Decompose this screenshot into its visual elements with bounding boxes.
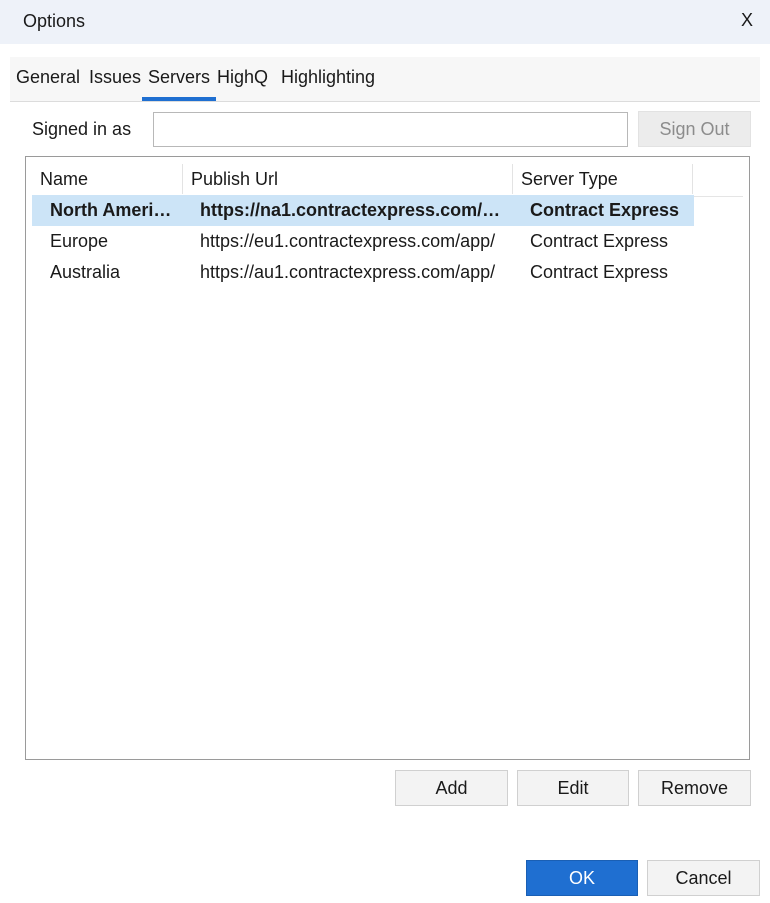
column-header-name[interactable]: Name xyxy=(32,164,183,194)
row-publish-url: https://au1.contractexpress.com/app/ xyxy=(200,262,496,282)
tab-general[interactable]: General xyxy=(16,67,80,88)
ok-button[interactable]: OK xyxy=(526,860,638,896)
tab-strip: General Issues Servers HighQ Highlightin… xyxy=(10,57,760,102)
row-publish-url: https://eu1.contractexpress.com/app/ xyxy=(200,231,496,251)
cancel-button[interactable]: Cancel xyxy=(647,860,760,896)
tab-highq[interactable]: HighQ xyxy=(217,67,268,88)
tab-issues[interactable]: Issues xyxy=(89,67,141,88)
add-button[interactable]: Add xyxy=(395,770,508,806)
signed-in-field[interactable] xyxy=(153,112,628,147)
row-server-type: Contract Express xyxy=(530,200,680,220)
column-header-publish-url[interactable]: Publish Url xyxy=(183,164,513,194)
title-bar: Options X xyxy=(0,0,770,44)
server-list[interactable]: Name Publish Url Server Type North Ameri… xyxy=(25,156,750,760)
table-row[interactable]: Australia https://au1.contractexpress.co… xyxy=(32,257,694,288)
column-header-server-type[interactable]: Server Type xyxy=(513,164,693,194)
row-server-type: Contract Express xyxy=(530,231,669,251)
row-name: Europe xyxy=(50,231,109,251)
row-publish-url: https://na1.contractexpress.com/… xyxy=(200,200,501,220)
row-name: North Ameri… xyxy=(50,200,172,220)
close-icon[interactable]: X xyxy=(738,10,756,32)
sign-out-button[interactable]: Sign Out xyxy=(638,111,751,147)
edit-button[interactable]: Edit xyxy=(517,770,629,806)
row-name: Australia xyxy=(50,262,121,282)
table-row[interactable]: North Ameri… https://na1.contractexpress… xyxy=(32,195,694,226)
signed-in-label: Signed in as xyxy=(32,119,132,139)
list-header: Name Publish Url Server Type xyxy=(32,164,743,197)
tab-highlighting[interactable]: Highlighting xyxy=(281,67,375,88)
tab-servers[interactable]: Servers xyxy=(141,67,217,101)
window-title: Options xyxy=(23,11,86,31)
table-row[interactable]: Europe https://eu1.contractexpress.com/a… xyxy=(32,226,694,257)
row-server-type: Contract Express xyxy=(530,262,669,282)
remove-button[interactable]: Remove xyxy=(638,770,751,806)
